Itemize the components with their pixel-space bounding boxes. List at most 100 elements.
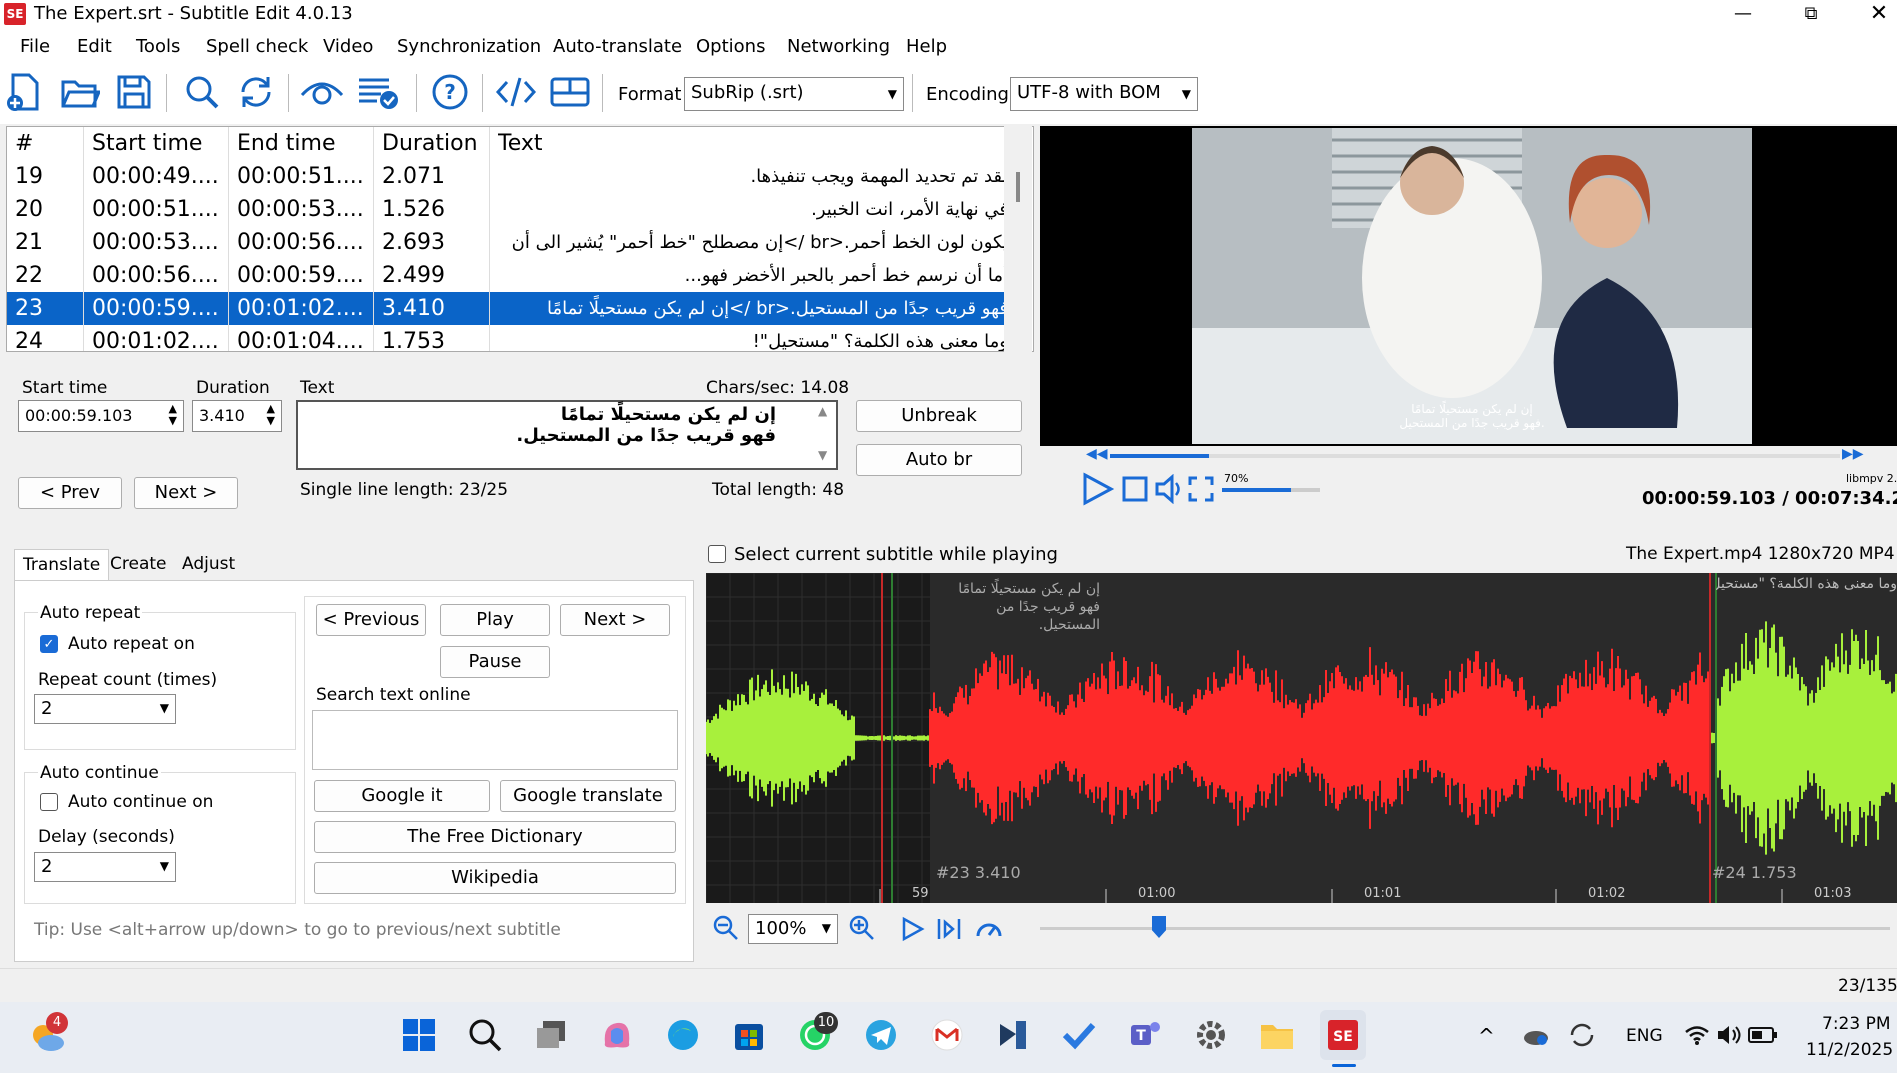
zoom-select[interactable]: 100% ▼	[748, 914, 838, 944]
auto-continue-checkbox[interactable]	[40, 793, 58, 811]
play-selection-icon[interactable]	[900, 916, 926, 947]
menu-synchronization[interactable]: Synchronization	[397, 36, 541, 57]
menu-auto-translate[interactable]: Auto-translate	[553, 36, 682, 57]
open-folder-icon[interactable]	[58, 70, 102, 114]
fast-forward-icon[interactable]: ▶▶	[1842, 446, 1864, 462]
todo-icon[interactable]	[1056, 1010, 1102, 1060]
encoding-select[interactable]: UTF-8 with BOM ▼	[1010, 77, 1198, 111]
google-it-button[interactable]: Google it	[314, 780, 490, 812]
replace-icon[interactable]	[234, 70, 278, 114]
vscode-icon[interactable]	[990, 1010, 1036, 1060]
menu-help[interactable]: Help	[906, 36, 947, 57]
duration-input[interactable]: 3.410 ▲ ▼	[192, 400, 282, 432]
search-online-input[interactable]	[312, 710, 678, 770]
language-indicator[interactable]: ENG	[1626, 1026, 1663, 1046]
unbreak-button[interactable]: Unbreak	[856, 400, 1022, 432]
google-translate-button[interactable]: Google translate	[500, 780, 676, 812]
file-explorer-icon[interactable]	[1254, 1010, 1300, 1060]
table-row[interactable]: 21 00:00:53.... 00:00:56.... 2.693 يكون لون …	[7, 226, 1008, 259]
speaker-icon[interactable]	[1716, 1024, 1742, 1051]
chevron-up-icon[interactable]: ^	[1478, 1024, 1495, 1048]
help-icon[interactable]: ?	[428, 70, 472, 114]
next-button[interactable]: Next >	[134, 477, 238, 509]
video-progress-track[interactable]	[1110, 454, 1840, 458]
auto-br-button[interactable]: Auto br	[856, 444, 1022, 476]
subtitle-edit-taskbar-icon[interactable]: SE	[1320, 1010, 1366, 1060]
fullscreen-icon[interactable]	[1188, 476, 1214, 507]
table-row[interactable]: 23 00:00:59.... 00:01:02.... 3.410 فهو قريب …	[7, 292, 1008, 325]
col-number[interactable]: #	[15, 127, 33, 160]
subtitle-text-editor[interactable]: إن لم يكن مستحيلًا تمامًا فهو قريب جدًا …	[296, 400, 838, 470]
menu-networking[interactable]: Networking	[787, 36, 890, 57]
search-icon[interactable]	[462, 1010, 508, 1060]
spell-check-icon[interactable]	[356, 70, 400, 114]
select-current-checkbox[interactable]	[708, 545, 726, 563]
restore-icon[interactable]: ⧉	[1788, 0, 1834, 30]
auto-repeat-checkbox[interactable]: ✓	[40, 635, 58, 653]
col-text[interactable]: Text	[498, 127, 543, 160]
scroll-down-icon[interactable]: ▼	[818, 448, 827, 462]
table-row[interactable]: 24 00:01:02.... 00:01:04.... 1.753 وما معنى …	[7, 325, 1008, 351]
zoom-out-icon[interactable]	[712, 914, 740, 947]
menu-tools[interactable]: Tools	[136, 36, 180, 57]
teams-icon[interactable]: T	[1122, 1010, 1168, 1060]
next-translate-button[interactable]: Next >	[560, 604, 670, 636]
store-icon[interactable]	[726, 1010, 772, 1060]
clock-time[interactable]: 7:23 PM	[1822, 1014, 1891, 1034]
tab-create[interactable]: Create	[102, 549, 175, 581]
clock-date[interactable]: 11/2/2025	[1806, 1040, 1893, 1060]
center-icon[interactable]	[936, 916, 962, 947]
repeat-count-select[interactable]: 2 ▼	[34, 694, 176, 724]
play-icon[interactable]	[1080, 472, 1115, 511]
battery-icon[interactable]	[1748, 1026, 1778, 1049]
zoom-in-icon[interactable]	[848, 914, 876, 947]
wifi-icon[interactable]	[1684, 1024, 1710, 1051]
onedrive-icon[interactable]	[1522, 1024, 1550, 1051]
menu-file[interactable]: File	[20, 36, 50, 57]
rewind-icon[interactable]: ◀◀	[1086, 446, 1108, 462]
tab-adjust[interactable]: Adjust	[174, 549, 243, 581]
close-icon[interactable]: ✕	[1856, 0, 1897, 30]
menu-spell-check[interactable]: Spell check	[206, 36, 308, 57]
delay-select[interactable]: 2 ▼	[34, 852, 176, 882]
table-row[interactable]: 22 00:00:56.... 00:00:59.... 2.499 أما أن نر…	[7, 259, 1008, 292]
table-row[interactable]: 19 00:00:49.... 00:00:51.... 2.071 لقد تم تح…	[7, 160, 1008, 193]
volume-icon[interactable]	[1154, 473, 1186, 509]
col-duration[interactable]: Duration	[382, 127, 478, 160]
layout-icon[interactable]	[548, 70, 592, 114]
col-start-time[interactable]: Start time	[92, 127, 202, 160]
new-file-icon[interactable]	[2, 70, 46, 114]
start-time-input[interactable]: 00:00:59.103 ▲ ▼	[18, 400, 184, 432]
format-select[interactable]: SubRip (.srt) ▼	[684, 77, 904, 111]
copilot-icon[interactable]	[594, 1010, 640, 1060]
visual-sync-icon[interactable]	[300, 70, 344, 114]
prev-button[interactable]: < Prev	[18, 477, 122, 509]
pause-button[interactable]: Pause	[440, 646, 550, 678]
audio-waveform[interactable]	[706, 573, 1897, 903]
scroll-up-icon[interactable]: ▲	[818, 404, 827, 418]
find-icon[interactable]	[180, 70, 224, 114]
minimize-icon[interactable]: —	[1720, 0, 1766, 30]
save-icon[interactable]	[112, 70, 156, 114]
start-icon[interactable]	[396, 1010, 442, 1060]
free-dictionary-button[interactable]: The Free Dictionary	[314, 821, 676, 853]
menu-options[interactable]: Options	[696, 36, 765, 57]
previous-button[interactable]: < Previous	[316, 604, 426, 636]
telegram-icon[interactable]	[858, 1010, 904, 1060]
play-button[interactable]: Play	[440, 604, 550, 636]
col-end-time[interactable]: End time	[237, 127, 336, 160]
wikipedia-button[interactable]: Wikipedia	[314, 862, 676, 894]
menu-edit[interactable]: Edit	[77, 36, 112, 57]
slider-thumb[interactable]	[1152, 916, 1166, 938]
waveform-position-slider[interactable]	[1040, 927, 1890, 930]
stop-icon[interactable]	[1122, 476, 1148, 507]
spinner-icon[interactable]: ▲ ▼	[169, 403, 177, 427]
table-row[interactable]: 20 00:00:51.... 00:00:53.... 1.526 في نهاية …	[7, 193, 1008, 226]
sync-icon[interactable]	[1568, 1022, 1596, 1053]
task-view-icon[interactable]	[528, 1010, 574, 1060]
speed-icon[interactable]	[974, 914, 1004, 949]
settings-icon[interactable]	[1188, 1010, 1234, 1060]
spinner-icon[interactable]: ▲ ▼	[267, 403, 275, 427]
edge-icon[interactable]	[660, 1010, 706, 1060]
subtitle-grid[interactable]: # Start time End time Duration Text 19 00…	[6, 126, 1034, 352]
